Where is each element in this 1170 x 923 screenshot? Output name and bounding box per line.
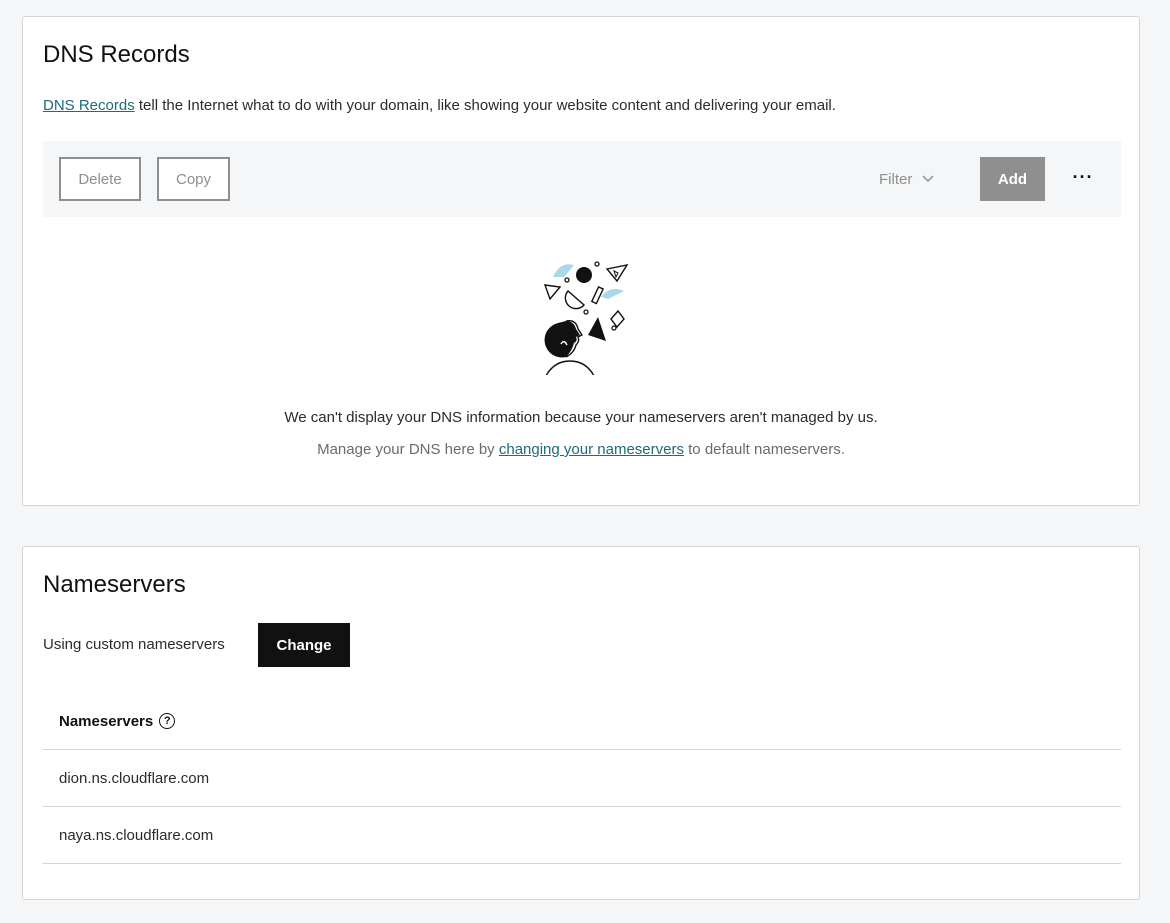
dns-records-card: DNS Records DNS Records tell the Interne… [22,16,1140,506]
nameservers-table: Nameservers ? dion.ns.cloudflare.com nay… [43,693,1121,864]
dns-toolbar: Delete Copy Filter Add ··· [43,141,1121,217]
change-nameservers-link[interactable]: changing your nameservers [499,441,684,458]
table-row: dion.ns.cloudflare.com [43,750,1121,807]
filter-label: Filter [879,170,913,188]
manage-dns-hint: Manage your DNS here by changing your na… [23,441,1139,458]
help-icon[interactable]: ? [159,713,176,729]
nameservers-title: Nameservers [43,571,186,598]
ellipsis-icon: ··· [1072,166,1094,187]
more-options-button[interactable]: ··· [1067,157,1099,197]
dns-records-title: DNS Records [43,41,190,68]
copy-button[interactable]: Copy [157,157,230,201]
dns-description-text: tell the Internet what to do with your d… [134,97,836,114]
manage-hint-suffix: to default nameservers. [683,441,845,458]
change-nameservers-button[interactable]: Change [258,623,350,667]
filter-dropdown[interactable]: Filter [879,157,934,201]
manage-hint-prefix: Manage your DNS here by [317,441,499,458]
nameserver-status-text: Using custom nameservers [43,636,225,653]
nameserver-value: dion.ns.cloudflare.com [59,769,210,787]
table-row: naya.ns.cloudflare.com [43,807,1121,864]
empty-state-message: We can't display your DNS information be… [284,409,878,426]
delete-button[interactable]: Delete [59,157,141,201]
nameservers-card: Nameservers Using custom nameservers Cha… [22,546,1140,900]
chevron-down-icon [922,175,934,183]
nameserver-illustration [543,261,629,375]
nameservers-table-header: Nameservers ? [43,693,1121,750]
dns-description: DNS Records tell the Internet what to do… [43,97,836,114]
dns-records-link[interactable]: DNS Records [43,97,135,114]
nameserver-value: naya.ns.cloudflare.com [59,826,214,844]
add-button[interactable]: Add [980,157,1045,201]
nameservers-column-label: Nameservers [59,712,154,730]
